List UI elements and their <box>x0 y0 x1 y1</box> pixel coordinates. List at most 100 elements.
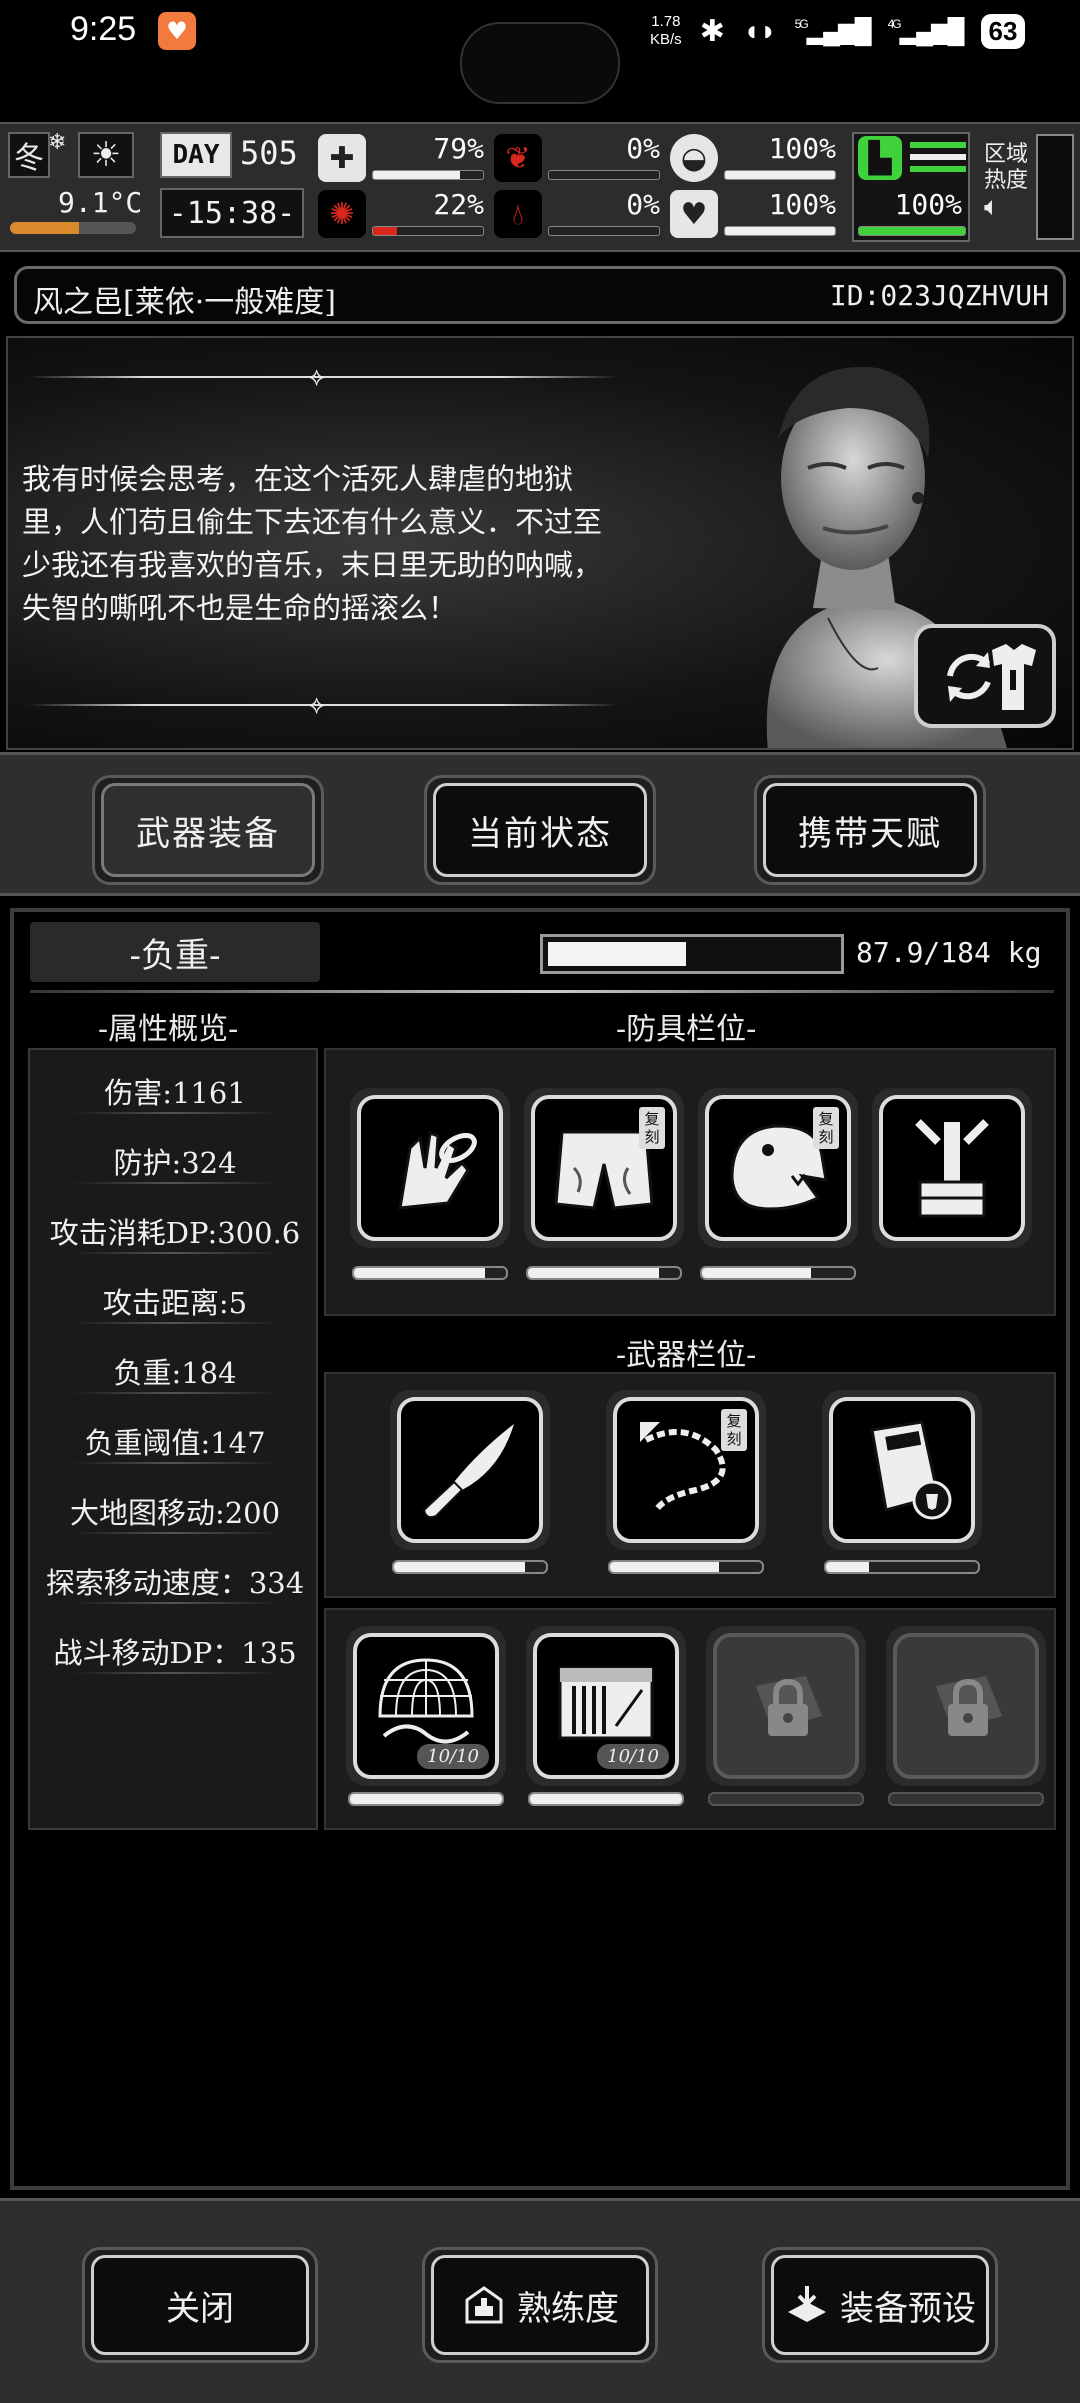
weapon-slot-3-frame <box>829 1397 975 1543</box>
attr-separator <box>70 1182 280 1184</box>
system-status-bar: 9:25 ♥ 1.78 KB/s ✱ ◖◗ 5G▂▄▆█ 4G▂▄▆█ 63 <box>0 0 1080 120</box>
lock-icon <box>936 1676 1002 1736</box>
health-bar <box>372 170 484 180</box>
weapon-slot-2[interactable]: 复刻 <box>606 1390 766 1550</box>
infection-value: 22% <box>433 188 484 221</box>
battery-icon: 63 <box>980 13 1026 49</box>
season-box[interactable]: 冬 <box>8 132 50 178</box>
tool-slot-1-frame: 10/10 <box>353 1633 499 1779</box>
proficiency-button[interactable]: 熟练度 <box>422 2247 658 2363</box>
armor-slot-1[interactable] <box>350 1088 510 1248</box>
attr-carry-threshold: 负重阈值:147 <box>84 1426 266 1460</box>
tool-slot-2-durability <box>528 1792 684 1806</box>
bleeding-value: 0% <box>626 188 660 221</box>
attr-damage: 伤害:1161 <box>104 1076 246 1110</box>
battery-level: 63 <box>988 15 1018 46</box>
tool-slot-3-locked[interactable] <box>706 1626 866 1786</box>
health-value: 79% <box>433 132 484 165</box>
attr-separator <box>70 1252 280 1254</box>
stamina-line <box>910 142 966 148</box>
weather-box[interactable]: ☀ <box>78 132 134 178</box>
stamina-box: ▙ 100% <box>852 132 970 242</box>
armor-icon: ◒ <box>670 134 718 182</box>
replica-badge: 复刻 <box>721 1409 747 1451</box>
weapon-slot-1[interactable] <box>390 1390 550 1550</box>
ornament-bottom: ⟡ <box>28 690 618 720</box>
weapon-slot-2-frame: 复刻 <box>613 1397 759 1543</box>
armor-slot-3-durability <box>700 1266 856 1280</box>
signal-4g-label: 4G <box>887 16 902 31</box>
attr-separator <box>70 1532 280 1534</box>
close-button[interactable]: 关闭 <box>82 2247 318 2363</box>
outfit-swap-button[interactable] <box>914 624 1056 728</box>
armor-slot-1-frame <box>357 1095 503 1241</box>
weapon-slot-3[interactable] <box>822 1390 982 1550</box>
weapon-slots-title: -武器栏位- <box>616 1338 757 1373</box>
tool-slot-2-count: 10/10 <box>597 1744 669 1769</box>
survival-hud: 冬 ❄ ☀ 9.1°C DAY 505 -15:38- ✚ 79% ❦ 0% ◒… <box>0 122 1080 252</box>
bleeding-bar <box>548 226 660 236</box>
region-heat[interactable]: 区域 热度 🔈︎ <box>984 142 1030 220</box>
tab-weapon-equipment[interactable]: 武器装备 <box>92 775 324 885</box>
weapon-slot-1-frame <box>397 1397 543 1543</box>
attr-separator <box>70 1462 280 1464</box>
earbuds-icon: ◖◗ <box>742 15 777 46</box>
armor-value: 100% <box>768 132 836 165</box>
temperature-gauge-fill <box>10 222 80 234</box>
replica-badge: 复刻 <box>639 1107 665 1149</box>
attr-map-movement: 大地图移动:200 <box>69 1496 281 1530</box>
load-label: -负重- <box>30 922 320 982</box>
sun-icon: ☀ <box>90 135 122 175</box>
season-label: 冬 <box>14 141 44 176</box>
attr-combat-move-dp: 战斗移动DP：135 <box>53 1636 297 1670</box>
blood-drop-icon: 💧︎ <box>494 190 542 238</box>
stomach-icon: ❦ <box>494 134 542 182</box>
armor-slot-3-durability-fill <box>702 1268 812 1278</box>
bluetooth-icon: ✱ <box>699 14 725 48</box>
net-speed: 1.78 KB/s <box>650 13 682 49</box>
close-button-label: 关闭 <box>166 2288 234 2329</box>
tool-slot-2-frame: 10/10 <box>533 1633 679 1779</box>
signal-5g-icon: 5G▂▄▆█ <box>794 16 872 45</box>
character-quote: 我有时候会思考，在这个活死人肆虐的地狱里，人们苟且偷生下去还有什么意义．不过至少… <box>22 462 603 625</box>
armor-slot-2[interactable]: 复刻 <box>524 1088 684 1248</box>
attr-separator <box>70 1392 280 1394</box>
tool-slot-3-frame <box>713 1633 859 1779</box>
tab-current-status[interactable]: 当前状态 <box>424 775 656 885</box>
tool-slot-4-frame <box>893 1633 1039 1779</box>
tool-slot-2[interactable]: 10/10 <box>526 1626 686 1786</box>
stamina-bar-fill <box>859 227 965 235</box>
speaker-icon[interactable]: 🔈︎ <box>984 194 1030 220</box>
ornament-top: ⟡ <box>28 362 618 392</box>
load-bar-fill <box>548 942 686 966</box>
weapon-slot-3-durability-fill <box>826 1562 869 1572</box>
heart-icon: ♥ <box>670 190 718 238</box>
equipment-preset-button-inner: 装备预设 <box>771 2255 989 2355</box>
attributes-panel: 伤害:1161 防护:324 攻击消耗DP:300.6 攻击距离:5 负重:18… <box>28 1048 318 1830</box>
camera-cutout <box>460 22 620 104</box>
proficiency-button-label: 熟练度 <box>517 2288 619 2329</box>
signal-4g-icon: 4G▂▄▆█ <box>887 16 965 45</box>
region-heat-meter <box>1036 134 1074 240</box>
tool-slot-1[interactable]: 10/10 <box>346 1626 506 1786</box>
armor-slot-3[interactable]: 复刻 <box>698 1088 858 1248</box>
tool-slot-4-locked[interactable] <box>886 1626 1046 1786</box>
save-title: 风之邑[莱依·一般难度] <box>33 285 336 320</box>
tab-carried-talents[interactable]: 携带天赋 <box>754 775 986 885</box>
armor-slot-1-durability-fill <box>354 1268 485 1278</box>
armor-slot-4[interactable] <box>872 1088 1032 1248</box>
divider <box>30 990 1054 993</box>
armor-slot-3-frame: 复刻 <box>705 1095 851 1241</box>
attr-separator <box>70 1112 280 1114</box>
equipment-panel: -负重- 87.9/184 kg -属性概览- -防具栏位- 伤害:1161 防… <box>10 908 1070 2190</box>
stamina-line <box>910 166 966 172</box>
equipment-preset-button[interactable]: 装备预设 <box>762 2247 998 2363</box>
load-text: 87.9/184 kg <box>856 936 1042 969</box>
tab-weapon-equipment-label: 武器装备 <box>101 783 315 877</box>
hunger-bar <box>548 170 660 180</box>
mood-value: 100% <box>768 188 836 221</box>
attr-attack-range: 攻击距离:5 <box>102 1286 248 1320</box>
status-icons: 1.78 KB/s ✱ ◖◗ 5G▂▄▆█ 4G▂▄▆█ 63 <box>650 6 1026 56</box>
armor-slot-2-frame: 复刻 <box>531 1095 677 1241</box>
attr-attack-dp-cost: 攻击消耗DP:300.6 <box>49 1216 301 1250</box>
